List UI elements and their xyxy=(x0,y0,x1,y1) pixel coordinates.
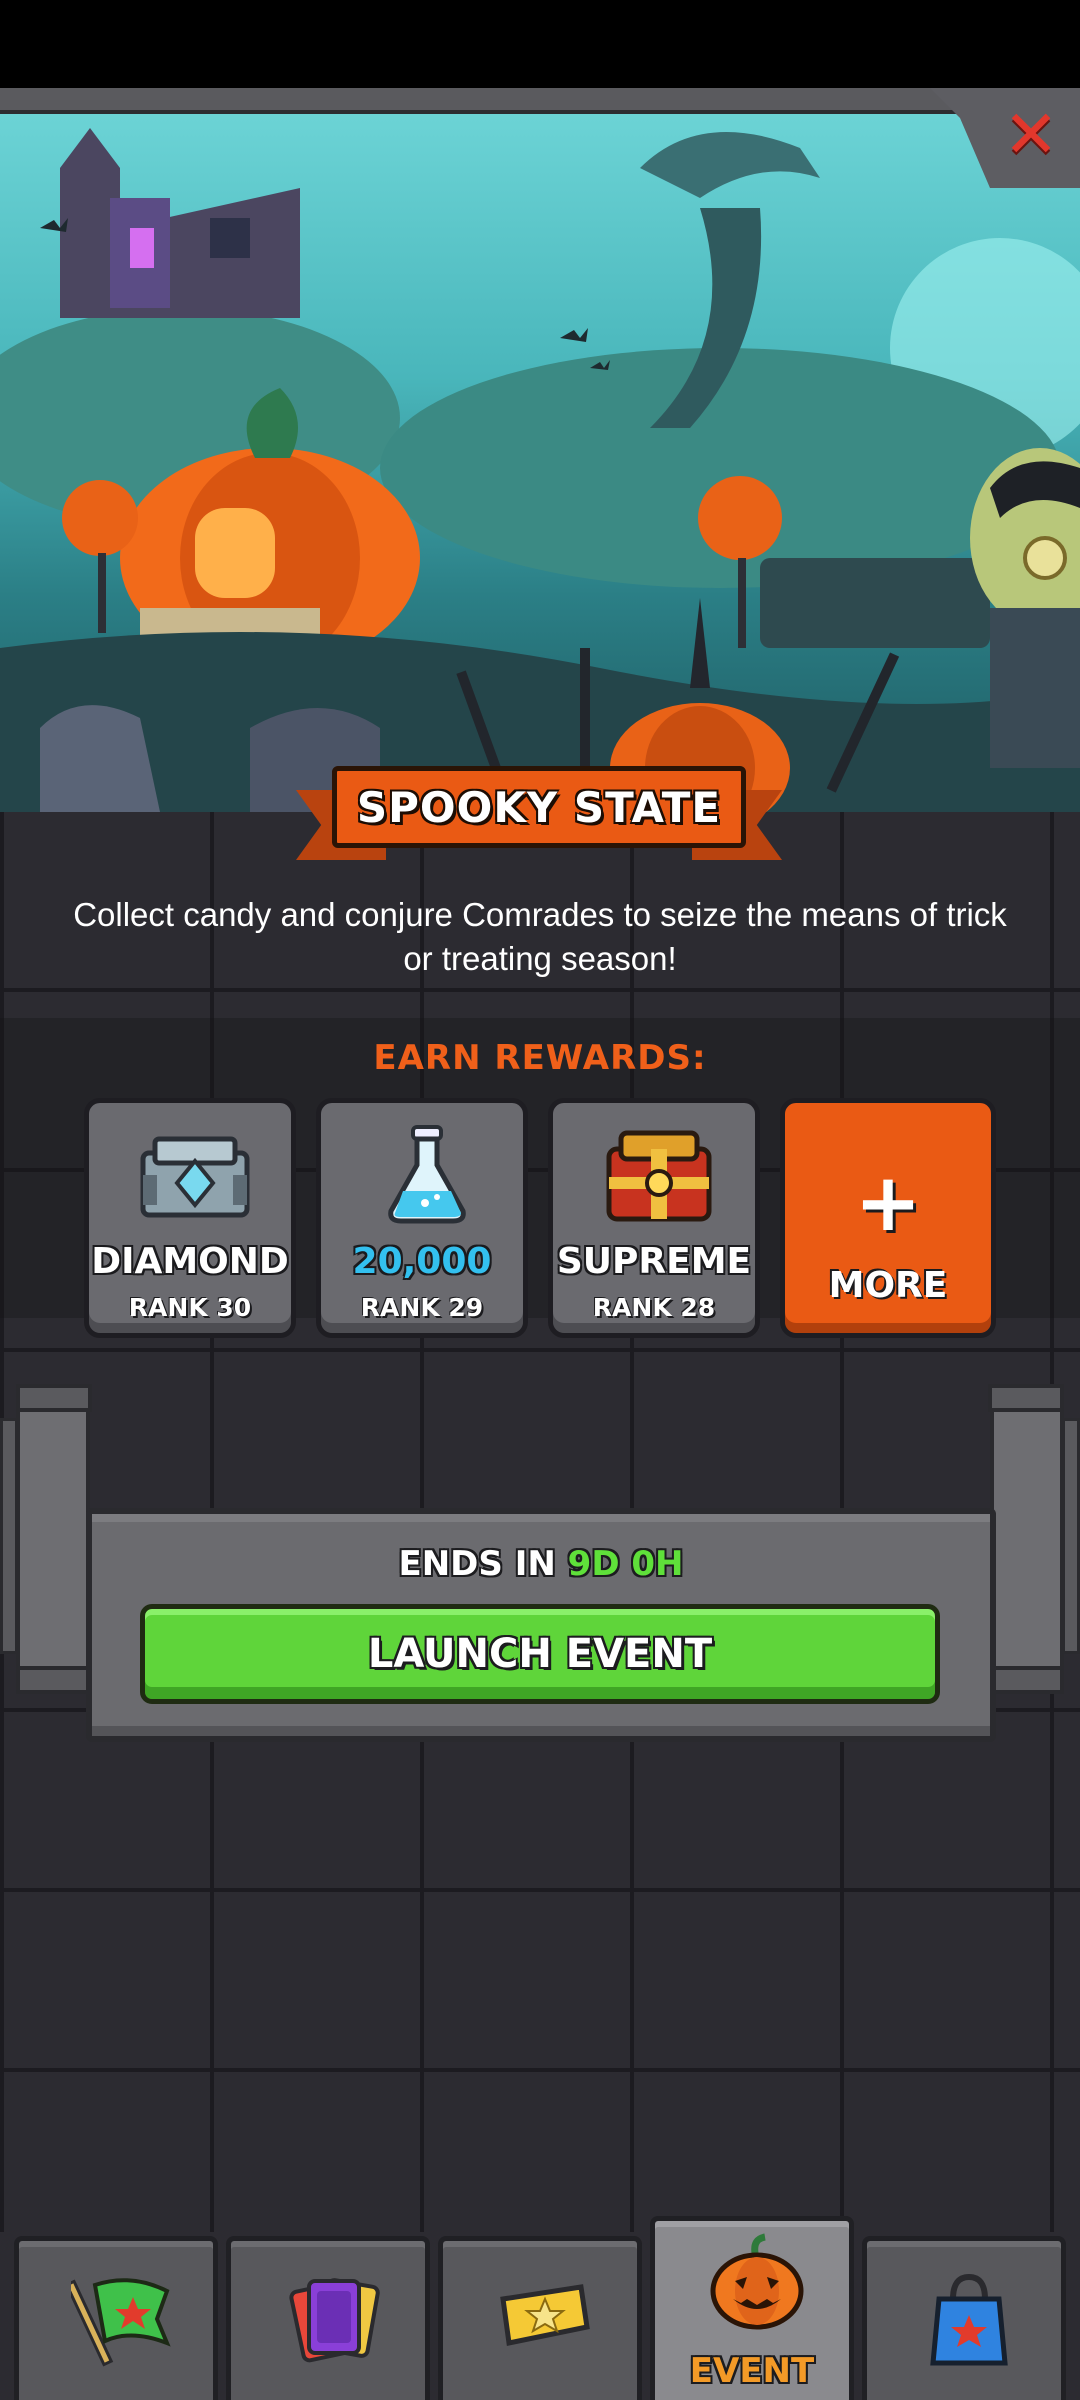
tab-ticket[interactable] xyxy=(438,2236,642,2400)
cards-icon xyxy=(289,2278,380,2363)
tab-event[interactable]: EVENT xyxy=(650,2216,854,2400)
tab-shop[interactable] xyxy=(862,2236,1066,2400)
launch-event-label: LAUNCH EVENT xyxy=(367,1631,713,1677)
plus-icon: + xyxy=(854,1156,922,1249)
more-rewards-button[interactable]: + MORE xyxy=(780,1098,996,1338)
potion-flask-icon xyxy=(388,1125,466,1224)
supreme-crate-icon xyxy=(606,1130,712,1222)
event-title-ribbon: SPOOKY STATE xyxy=(296,756,782,874)
timer-prefix: ENDS IN xyxy=(398,1544,556,1584)
ticket-star-icon xyxy=(500,2284,590,2346)
more-label: MORE xyxy=(828,1265,948,1306)
banner-top-frame xyxy=(0,88,1080,114)
frame-side xyxy=(1062,1418,1080,1654)
tab-flag[interactable] xyxy=(14,2236,218,2400)
reward-card-supreme[interactable]: SUPREME RANK 28 xyxy=(548,1098,760,1338)
reward-rank: RANK 29 xyxy=(360,1293,484,1322)
event-title: SPOOKY STATE xyxy=(356,782,722,832)
reward-name: 20,000 xyxy=(352,1241,492,1282)
tab-cards[interactable] xyxy=(226,2236,430,2400)
reward-card-diamond[interactable]: DIAMOND RANK 30 xyxy=(84,1098,296,1338)
timer-days: 9D xyxy=(567,1544,620,1584)
rewards-heading: EARN REWARDS: xyxy=(373,1038,707,1078)
frame-cap xyxy=(988,1384,1064,1412)
status-bar xyxy=(0,0,1080,88)
reward-rank: RANK 28 xyxy=(592,1293,716,1322)
frame-side xyxy=(0,1418,18,1654)
pumpkin-icon xyxy=(710,2233,804,2330)
reward-card-potion[interactable]: 20,000 RANK 29 xyxy=(316,1098,528,1338)
frame-cap xyxy=(16,1666,92,1694)
frame-cap xyxy=(988,1666,1064,1694)
haunted-scene-illustration xyxy=(0,128,1080,812)
event-banner-illustration: ✕ xyxy=(0,88,1080,812)
frame-post-right xyxy=(990,1392,1064,1680)
shop-bag-icon xyxy=(930,2273,1008,2366)
event-description: Collect candy and conjure Comrades to se… xyxy=(73,896,1007,977)
ribbon-body: SPOOKY STATE xyxy=(332,766,746,848)
flag-icon xyxy=(71,2278,171,2367)
reward-name: SUPREME xyxy=(556,1241,752,1282)
event-timer: ENDS IN 9D 0H xyxy=(86,1544,996,1584)
event-screen: ✕ SPOOKY STATE Collect candy and conjure… xyxy=(0,88,1080,2400)
close-x-icon[interactable]: ✕ xyxy=(996,100,1066,170)
launch-event-button[interactable]: LAUNCH EVENT xyxy=(140,1604,940,1704)
frame-post-left xyxy=(16,1392,90,1680)
tab-event-label: EVENT xyxy=(689,2351,815,2391)
frame-cap xyxy=(16,1384,92,1412)
reward-name: DIAMOND xyxy=(91,1241,289,1282)
reward-rank: RANK 30 xyxy=(128,1293,252,1322)
timer-hours: 0H xyxy=(631,1544,684,1584)
diamond-crate-icon xyxy=(140,1136,250,1218)
